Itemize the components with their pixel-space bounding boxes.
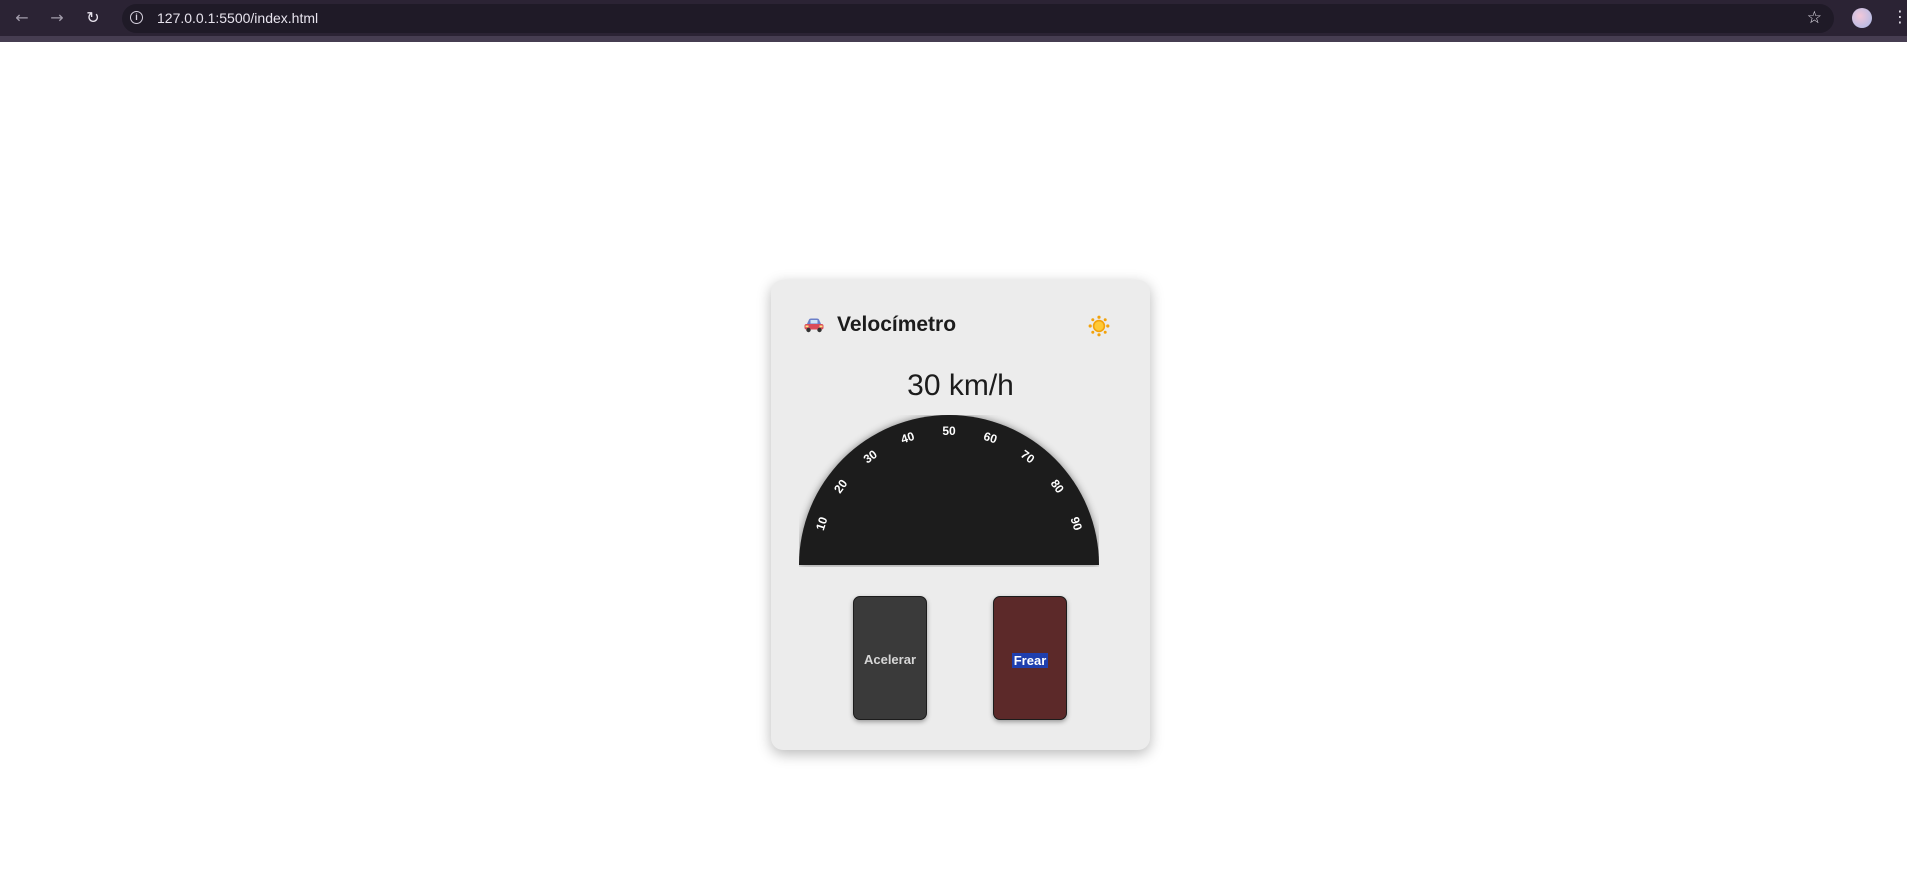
sun-icon[interactable] [1088,315,1110,337]
site-info-icon[interactable]: i [130,11,143,24]
url-text[interactable]: 127.0.0.1:5500/index.html [157,10,318,26]
card-header: Velocímetro [803,312,1120,340]
brake-label: Frear [1011,652,1049,668]
accelerate-label: Acelerar [863,651,917,667]
address-bar[interactable]: i 127.0.0.1:5500/index.html ☆ [122,4,1834,33]
back-arrow-icon[interactable]: ← [12,8,32,28]
bookmark-star-icon[interactable]: ☆ [1807,8,1822,28]
gauge-tick-label: 50 [942,424,956,438]
speedometer-gauge: 10203040 50 60708090 [799,415,1099,565]
accelerate-button[interactable]: Acelerar [853,596,927,720]
speed-readout: 30 km/h [907,369,1014,402]
profile-avatar[interactable] [1852,8,1872,28]
speedometer-card: Velocímetro 30 km/h 10 20 30 40 50 60 70… [771,280,1150,750]
pedal-controls: Acelerar Frear [771,596,1150,721]
brake-button[interactable]: Frear [993,596,1067,720]
app-title: Velocímetro [837,313,957,336]
kebab-menu-icon[interactable]: ⋮ [1892,7,1907,27]
reload-icon[interactable]: ↻ [83,8,103,28]
toolbar-divider [0,36,1907,42]
browser-toolbar: ← → ↻ i 127.0.0.1:5500/index.html ☆ ⋮ [0,0,1907,36]
car-icon [804,318,824,333]
forward-arrow-icon[interactable]: → [47,8,67,28]
